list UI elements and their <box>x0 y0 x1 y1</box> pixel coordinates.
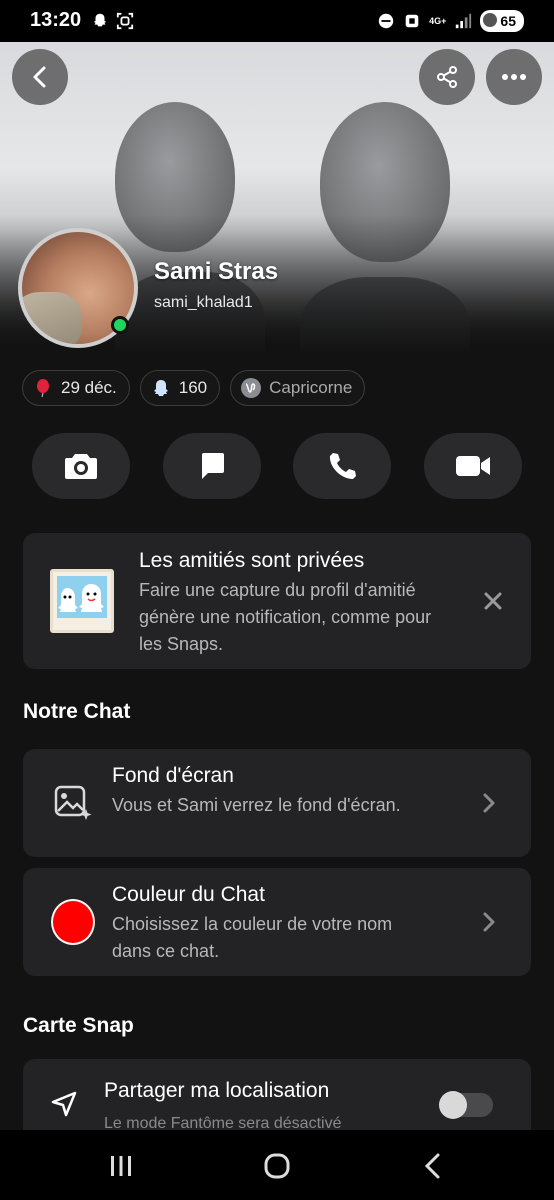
ghosts-polaroid-image <box>50 569 114 633</box>
wallpaper-icon <box>51 781 95 825</box>
privacy-card-description: Faire une capture du profil d'amitié gén… <box>139 580 432 654</box>
chat-color-swatch <box>51 899 95 945</box>
capricorn-icon <box>241 378 262 398</box>
chat-color-description: Choisissez la couleur de votre nom dans … <box>112 914 393 961</box>
share-icon <box>437 66 457 88</box>
dnd-icon <box>378 13 394 29</box>
red-color-dot <box>51 899 95 945</box>
home-icon[interactable] <box>262 1152 292 1180</box>
camera-button[interactable] <box>32 433 130 499</box>
camera-icon <box>65 454 97 479</box>
status-bar: 13:20 4G+ 65 <box>0 0 554 42</box>
call-button[interactable] <box>293 433 392 499</box>
streak-pill[interactable]: 160 <box>139 370 221 406</box>
back-nav-icon[interactable] <box>418 1152 448 1180</box>
phone-icon <box>330 453 357 479</box>
balloon-icon <box>33 378 53 398</box>
friendship-privacy-card: Les amitiés sont privées Faire une captu… <box>23 533 531 669</box>
signal-icon <box>456 13 472 29</box>
chevron-left-icon <box>33 66 46 88</box>
wallpaper-description: Vous et Sami verrez le fond d'écran. <box>112 795 401 815</box>
share-location-toggle[interactable] <box>439 1091 493 1119</box>
battery-icon: 65 <box>480 10 524 32</box>
chevron-right-icon <box>483 793 495 813</box>
more-options-button[interactable] <box>486 49 542 105</box>
snapstreak-ghost-icon <box>151 378 171 398</box>
toggle-knob <box>439 1091 467 1119</box>
recent-apps-icon[interactable] <box>106 1152 136 1180</box>
wallpaper-title: Fond d'écran <box>112 764 234 787</box>
status-time: 13:20 <box>30 9 82 31</box>
zodiac-label: Capricorne <box>269 378 353 397</box>
birthday-pill[interactable]: 29 déc. <box>22 370 130 406</box>
wallpaper-row[interactable]: Fond d'écran Vous et Sami verrez le fond… <box>23 749 531 857</box>
chat-color-row[interactable]: Couleur du Chat Choisissez la couleur de… <box>23 868 531 976</box>
profile-info-pills: 29 déc. 160 Capricorne <box>22 370 366 406</box>
chevron-right-icon <box>483 912 495 932</box>
quick-actions <box>32 433 522 499</box>
back-button[interactable] <box>12 49 68 105</box>
snapchat-ghost-icon <box>93 13 107 27</box>
streak-count: 160 <box>178 378 208 397</box>
share-location-title: Partager ma localisation <box>104 1079 330 1102</box>
zodiac-pill[interactable]: Capricorne <box>230 370 366 406</box>
video-icon <box>455 456 490 476</box>
profile-username: sami_khalad1 <box>154 294 253 311</box>
avatar-photo-detail <box>22 292 82 344</box>
system-navigation-bar <box>0 1130 554 1200</box>
nfc-icon <box>405 14 419 28</box>
more-dots-icon <box>502 74 526 80</box>
video-call-button[interactable] <box>423 433 522 499</box>
chat-icon <box>201 453 224 479</box>
screenshot-icon <box>116 12 134 30</box>
network-type: 4G+ <box>429 15 447 26</box>
share-button[interactable] <box>419 49 475 105</box>
profile-display-name: Sami Stras <box>154 258 279 285</box>
privacy-card-title: Les amitiés sont privées <box>139 549 365 572</box>
close-icon[interactable] <box>481 589 505 613</box>
notre-chat-heading: Notre Chat <box>23 700 131 723</box>
carte-snap-heading: Carte Snap <box>23 1014 134 1037</box>
birthday-label: 29 déc. <box>61 378 117 397</box>
online-status-dot <box>111 316 129 334</box>
location-arrow-icon <box>51 1091 77 1117</box>
chat-button[interactable] <box>162 433 261 499</box>
chat-color-title: Couleur du Chat <box>112 883 265 906</box>
